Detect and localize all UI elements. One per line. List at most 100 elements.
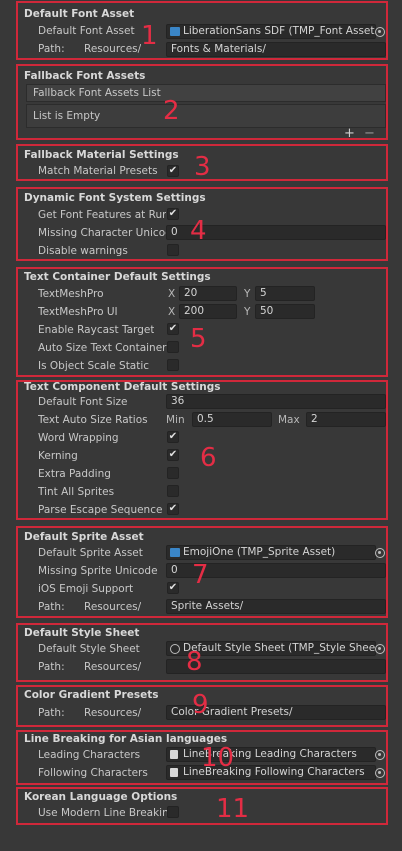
- default-font-size-label: Default Font Size: [38, 396, 128, 408]
- default-style-sheet-value: Default Style Sheet (TMP_Style Sheet): [183, 642, 376, 654]
- default-sprite-asset-field[interactable]: EmojiOne (TMP_Sprite Asset): [166, 545, 376, 560]
- fallback-material-section: Fallback Material Settings Match Materia…: [16, 144, 388, 181]
- extra-padding-checkbox[interactable]: [167, 467, 179, 479]
- extra-padding-label: Extra Padding: [38, 468, 111, 480]
- word-wrapping-label: Word Wrapping: [38, 432, 119, 444]
- fallback-font-assets-section: Fallback Font Assets Fallback Font Asset…: [16, 64, 388, 141]
- fallback-list-header: Fallback Font Assets List: [26, 84, 386, 102]
- section-header: Color Gradient Presets: [24, 689, 159, 701]
- modern-line-breaking-checkbox[interactable]: [167, 806, 179, 818]
- korean-options-section: Korean Language Options Use Modern Line …: [16, 787, 388, 825]
- section-header: Default Font Asset: [24, 8, 135, 20]
- font-path-input[interactable]: Fonts & Materials/: [166, 42, 386, 57]
- parse-escape-sequence-checkbox[interactable]: ✔: [167, 503, 179, 515]
- missing-character-unicode-label: Missing Character Unicode: [38, 227, 166, 239]
- default-sprite-asset-label: Default Sprite Asset: [38, 547, 143, 559]
- section-header: Dynamic Font System Settings: [24, 192, 206, 204]
- disable-warnings-checkbox[interactable]: [167, 244, 179, 256]
- default-style-sheet-section: Default Style Sheet Default Style Sheet …: [16, 623, 388, 682]
- fallback-list-body: List is Empty: [26, 104, 386, 128]
- object-picker-icon[interactable]: [375, 548, 385, 558]
- tint-all-sprites-checkbox[interactable]: [167, 485, 179, 497]
- list-empty-text: List is Empty: [33, 110, 101, 122]
- textmeshpro-y-input[interactable]: 5: [255, 286, 315, 301]
- default-font-asset-value: LiberationSans SDF (TMP_Font Asset): [183, 25, 376, 37]
- enable-raycast-checkbox[interactable]: ✔: [167, 323, 179, 335]
- textmeshpro-ui-x-input[interactable]: 200: [179, 304, 237, 319]
- auto-size-ratios-label: Text Auto Size Ratios: [38, 414, 148, 426]
- path-prefix: Resources/: [84, 661, 142, 673]
- annotation-4: 4: [190, 216, 207, 246]
- annotation-9: 9: [192, 690, 209, 720]
- text-asset-icon: [170, 750, 178, 759]
- section-header: Korean Language Options: [24, 791, 178, 803]
- ios-emoji-support-checkbox[interactable]: ✔: [167, 582, 179, 594]
- default-font-size-input[interactable]: 36: [166, 394, 386, 409]
- textmeshpro-ui-label: TextMeshPro UI: [38, 306, 118, 318]
- section-header: Line Breaking for Asian languages: [24, 733, 228, 745]
- x-label: X: [168, 306, 176, 318]
- following-characters-field[interactable]: LineBreaking Following Characters: [166, 765, 376, 780]
- parse-escape-sequence-label: Parse Escape Sequence: [38, 504, 163, 516]
- y-label: Y: [244, 288, 251, 300]
- annotation-8: 8: [186, 647, 203, 677]
- path-prefix: Resources/: [84, 601, 142, 613]
- style-sheet-icon: [170, 644, 180, 654]
- ios-emoji-support-label: iOS Emoji Support: [38, 583, 134, 595]
- max-ratio-input[interactable]: 2: [306, 412, 386, 427]
- object-picker-icon[interactable]: [375, 27, 385, 37]
- section-header: Text Component Default Settings: [24, 381, 221, 393]
- font-asset-icon: [170, 27, 180, 36]
- object-picker-icon[interactable]: [375, 768, 385, 778]
- default-style-sheet-label: Default Style Sheet: [38, 643, 140, 655]
- object-scale-static-label: Is Object Scale Static: [38, 360, 150, 372]
- following-characters-label: Following Characters: [38, 767, 148, 779]
- x-label: X: [168, 288, 176, 300]
- text-component-section: Text Component Default Settings Default …: [16, 380, 388, 520]
- kerning-checkbox[interactable]: ✔: [167, 449, 179, 461]
- textmeshpro-label: TextMeshPro: [38, 288, 104, 300]
- match-material-presets-label: Match Material Presets: [38, 165, 158, 177]
- auto-size-container-checkbox[interactable]: [167, 341, 179, 353]
- fallback-list-title: Fallback Font Assets List: [33, 87, 161, 99]
- object-picker-icon[interactable]: [375, 644, 385, 654]
- default-font-asset-field[interactable]: LiberationSans SDF (TMP_Font Asset): [166, 24, 376, 39]
- dynamic-font-section: Dynamic Font System Settings Get Font Fe…: [16, 187, 388, 261]
- text-asset-icon: [170, 768, 178, 777]
- annotation-6: 6: [200, 443, 217, 473]
- path-label: Path:: [38, 661, 65, 673]
- modern-line-breaking-label: Use Modern Line Breaking: [38, 807, 176, 819]
- y-label: Y: [244, 306, 251, 318]
- annotation-3: 3: [194, 152, 211, 182]
- leading-characters-field[interactable]: LineBreaking Leading Characters: [166, 747, 376, 762]
- section-header: Fallback Font Assets: [24, 70, 146, 82]
- word-wrapping-checkbox[interactable]: ✔: [167, 431, 179, 443]
- kerning-label: Kerning: [38, 450, 78, 462]
- auto-size-container-label: Auto Size Text Container: [38, 342, 167, 354]
- match-material-presets-checkbox[interactable]: ✔: [167, 165, 179, 177]
- color-gradient-section: Color Gradient Presets Path: Resources/ …: [16, 685, 388, 727]
- annotation-1: 1: [141, 21, 158, 51]
- text-container-section: Text Container Default Settings TextMesh…: [16, 267, 388, 377]
- path-label: Path:: [38, 43, 65, 55]
- missing-sprite-unicode-label: Missing Sprite Unicode: [38, 565, 158, 577]
- sprite-asset-icon: [170, 548, 180, 557]
- enable-raycast-label: Enable Raycast Target: [38, 324, 155, 336]
- annotation-2: 2: [163, 96, 180, 126]
- object-scale-static-checkbox[interactable]: [167, 359, 179, 371]
- add-element-button[interactable]: +: [344, 126, 355, 141]
- textmeshpro-x-input[interactable]: 20: [179, 286, 237, 301]
- textmeshpro-ui-y-input[interactable]: 50: [255, 304, 315, 319]
- disable-warnings-label: Disable warnings: [38, 245, 128, 257]
- default-sprite-asset-value: EmojiOne (TMP_Sprite Asset): [183, 546, 336, 558]
- leading-characters-label: Leading Characters: [38, 749, 141, 761]
- object-picker-icon[interactable]: [375, 750, 385, 760]
- min-ratio-input[interactable]: 0.5: [192, 412, 272, 427]
- path-label: Path:: [38, 601, 65, 613]
- remove-element-button[interactable]: −: [364, 126, 375, 141]
- sprite-path-input[interactable]: Sprite Assets/: [166, 599, 386, 614]
- default-sprite-section: Default Sprite Asset Default Sprite Asse…: [16, 526, 388, 618]
- get-font-features-checkbox[interactable]: ✔: [167, 208, 179, 220]
- min-label: Min: [166, 414, 185, 426]
- default-font-asset-section: Default Font Asset Default Font Asset Li…: [16, 1, 388, 60]
